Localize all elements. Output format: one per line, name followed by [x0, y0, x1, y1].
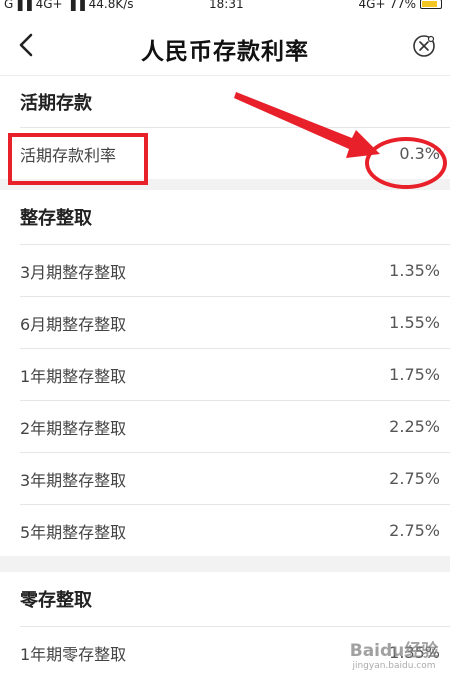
highlight-box — [8, 133, 148, 185]
status-bar: G▐▐ 4G+ ▐▐ 44.8K/s 18:31 4G+ 77% — [0, 0, 450, 14]
section-title: 整存整取 — [20, 208, 92, 229]
list-item: 3年期整存整取 2.75% — [20, 452, 450, 504]
rate-label: 5年期整存整取 — [20, 522, 127, 542]
list-item: 2年期整存整取 2.25% — [20, 400, 450, 452]
page-title: 人民币存款利率 — [141, 39, 309, 65]
battery-status: 4G+ 77% — [359, 0, 442, 10]
rate-label: 1年期零存整取 — [20, 644, 127, 664]
arrow-icon — [234, 92, 380, 158]
battery-icon — [420, 0, 442, 9]
rate-value: 1.55% — [389, 313, 440, 332]
rate-label: 3月期整存整取 — [20, 262, 127, 282]
section-divider — [0, 556, 450, 572]
list-item: 6月期整存整取 1.55% — [20, 296, 450, 348]
rate-label: 6月期整存整取 — [20, 314, 127, 334]
list-item: 1年期整存整取 1.75% — [20, 348, 450, 400]
network-status: G▐▐ 4G+ ▐▐ 44.8K/s — [4, 0, 134, 11]
nav-header: 人民币存款利率 — [0, 14, 450, 76]
watermark-logo: Baidu经验 — [349, 641, 439, 661]
watermark-url: jingyan.baidu.com — [352, 661, 436, 671]
screen: G▐▐ 4G+ ▐▐ 44.8K/s 18:31 4G+ 77% 人民币存款利率 — [0, 0, 450, 686]
rate-value: 1.75% — [389, 365, 440, 384]
close-button[interactable] — [412, 34, 436, 58]
rate-value: 2.75% — [389, 521, 440, 540]
section-title: 零存整取 — [20, 590, 92, 611]
rate-value: 1.35% — [389, 261, 440, 280]
rate-value: 2.25% — [389, 417, 440, 436]
rate-label: 1年期整存整取 — [20, 366, 127, 386]
list-item: 5年期整存整取 2.75% — [20, 504, 450, 556]
rate-value: 2.75% — [389, 469, 440, 488]
watermark: Baidu经验 jingyan.baidu.com — [344, 636, 444, 680]
close-circle-icon — [413, 35, 435, 57]
clock: 18:31 — [209, 0, 244, 11]
battery-label: 4G+ 77% — [358, 0, 416, 11]
rate-label: 3年期整存整取 — [20, 470, 127, 490]
list-item: 3月期整存整取 1.35% — [20, 244, 450, 296]
section-fixed-deposit: 整存整取 3月期整存整取 1.35% 6月期整存整取 1.55% 1年期整存整取… — [0, 190, 450, 556]
rate-label: 2年期整存整取 — [20, 418, 127, 438]
